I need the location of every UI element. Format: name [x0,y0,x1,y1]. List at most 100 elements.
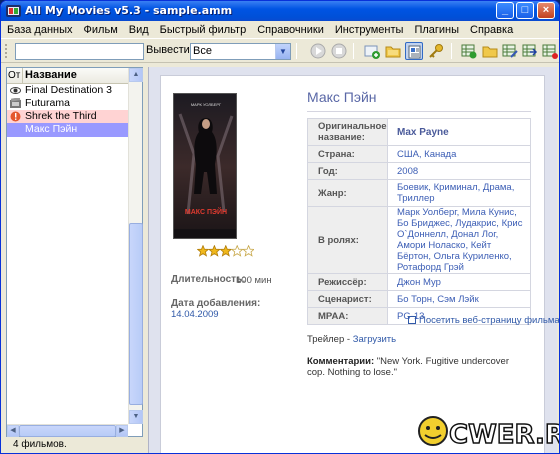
key-button[interactable] [427,42,445,60]
menu-bar: База данных Фильм Вид Быстрый фильтр Спр… [1,21,559,39]
menu-tools[interactable]: Инструменты [335,24,404,36]
list-item-title: Futurama [25,97,70,109]
add-record-button[interactable] [460,42,478,60]
star-empty-icon[interactable] [230,245,244,257]
star-filled-icon[interactable] [219,245,233,257]
list-item[interactable]: Futurama [7,97,128,110]
info-label: В ролях: [307,206,388,274]
rating-stars[interactable] [197,245,254,257]
info-label: Страна: [307,145,388,163]
window-title: All My Movies v5.3 - sample.amm [25,4,233,17]
minimize-button[interactable]: _ [496,2,514,19]
divider [307,111,531,112]
film-icon [10,98,21,108]
filter-select-value: Все [193,45,212,57]
column-header-icon[interactable]: От [7,68,23,83]
info-row: Сценарист: Бо Торн, Сэм Лэйк [307,290,531,308]
info-value-link[interactable]: США, Канада [387,145,531,163]
info-row: Год: 2008 [307,162,531,180]
star-filled-icon[interactable] [207,245,221,257]
info-row: Страна: США, Канада [307,145,531,163]
status-bar: 4 фильмов. [13,439,67,450]
info-value-link[interactable]: 2008 [387,162,531,180]
info-value-link[interactable]: Боевик, Криминал, Драма, Триллер [387,179,531,207]
info-row: В ролях: Марк Уолберг, Мила Кунис, Бо Бр… [307,206,531,274]
watermark-logo: CWER.RU [418,416,559,451]
added-date-value: 14.04.2009 [171,309,219,320]
menu-film[interactable]: Фильм [84,24,118,36]
delete-record-button[interactable] [541,42,559,60]
info-row: Жанр: Боевик, Криминал, Драма, Триллер [307,179,531,207]
menu-view[interactable]: Вид [129,24,149,36]
poster-actor: МАРК УОЛБЕРГ [191,102,222,107]
list-item-selected[interactable]: Макс Пэйн [7,123,128,137]
trailer-label: Трейлер - [307,334,353,345]
search-input[interactable] [15,43,144,60]
duration-value: 100 мин [236,275,272,286]
movie-list[interactable]: От Название Final Destination 3 Futurama… [6,67,143,437]
scroll-thumb[interactable] [129,223,143,405]
toolbar: Вывести Все ▼ [1,39,559,63]
list-item[interactable]: Final Destination 3 [7,84,128,97]
info-value-link[interactable]: Марк Уолберг, Мила Кунис, Бо Бриджес, Лу… [387,206,531,274]
scroll-thumb-horizontal[interactable] [19,425,116,437]
open-folder-button[interactable] [384,42,402,60]
stop-button[interactable] [330,42,348,60]
list-item[interactable]: Shrek the Third [7,110,128,123]
menu-help[interactable]: Справка [470,24,513,36]
filter-select[interactable]: Все ▼ [190,43,291,60]
info-value: Max Payne [387,118,531,146]
add-film-button[interactable] [363,42,381,60]
info-label: MPAA: [307,307,388,325]
maximize-button[interactable]: □ [516,2,534,19]
scroll-down-icon[interactable]: ▼ [129,410,143,424]
column-header-title[interactable]: Название [25,68,77,83]
menu-database[interactable]: База данных [7,24,73,36]
list-item-title: Final Destination 3 [25,84,112,96]
edit-record-button[interactable] [501,42,519,60]
list-header: От Название [7,68,128,84]
toolbar-separator [296,43,297,59]
eye-icon [10,87,21,94]
scroll-up-icon[interactable]: ▲ [129,68,143,82]
trailer-row: Трейлер - Загрузить [307,334,396,345]
folder-icon [482,46,498,58]
poster-title: МАКС ПЭЙН [185,207,227,216]
external-link-icon [408,316,416,324]
list-item-title: Макс Пэйн [25,123,78,135]
duration-label: Длительность: [171,274,246,285]
close-button[interactable]: × [537,2,555,19]
key-icon [429,44,443,58]
stop-icon [331,43,347,59]
show-button[interactable]: Вывести [146,44,190,56]
chevron-down-icon[interactable]: ▼ [275,44,290,59]
visit-website-link[interactable]: Посетить веб-страницу фильма [408,315,560,326]
view-mode-button[interactable] [405,42,423,60]
horizontal-scrollbar[interactable]: ◀ ▶ [7,424,128,437]
folder-button-2[interactable] [481,42,499,60]
info-label: Жанр: [307,179,388,207]
star-filled-icon[interactable] [197,245,210,257]
list-item-title: Shrek the Third [25,110,97,122]
play-icon [310,43,326,59]
movie-info-table: Оригинальное название: Max Payne Страна:… [307,118,531,325]
play-button[interactable] [309,42,327,60]
scroll-left-icon[interactable]: ◀ [7,425,19,437]
info-row: Оригинальное название: Max Payne [307,118,531,146]
view-mode-icon [408,45,421,59]
menu-quick-filter[interactable]: Быстрый фильтр [160,24,247,36]
info-value-link[interactable]: Бо Торн, Сэм Лэйк [387,290,531,308]
scroll-right-icon[interactable]: ▶ [116,425,128,437]
star-empty-icon[interactable] [242,245,254,257]
vertical-scrollbar[interactable]: ▲ ▼ [128,68,143,424]
app-logo-icon [6,5,21,17]
import-button[interactable] [521,42,539,60]
toolbar-grip-icon [5,44,7,58]
trailer-download-link[interactable]: Загрузить [353,334,396,345]
menu-directories[interactable]: Справочники [257,24,324,36]
info-value-link[interactable]: Джон Мур [387,273,531,291]
visit-website-label: Посетить веб-страницу фильма [419,315,560,326]
folder-icon [385,46,401,58]
title-bar[interactable]: All My Movies v5.3 - sample.amm _ □ × [1,1,559,21]
menu-plugins[interactable]: Плагины [414,24,459,36]
